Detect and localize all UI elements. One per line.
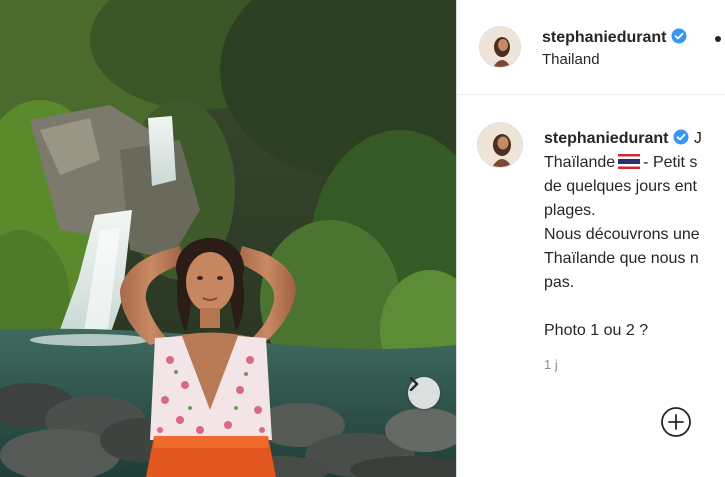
- username-text: stephaniedurant: [542, 29, 667, 46]
- plus-circle-icon: [661, 407, 691, 437]
- caption-line-3: de quelques jours ent: [544, 178, 697, 195]
- caption-line-2: Thaïlande - Petit s: [544, 151, 725, 175]
- profile-picture: [480, 27, 520, 67]
- next-photo-button[interactable]: [408, 377, 440, 409]
- caption-line-5: Nous découvrons une: [544, 226, 700, 243]
- post-caption: stephaniedurant J Thaïlande - Petit s de …: [544, 127, 725, 343]
- caption-line-1: stephaniedurant J: [544, 127, 725, 151]
- avatar[interactable]: [479, 26, 521, 68]
- chevron-right-icon: [409, 377, 419, 391]
- waterfall-photo-illustration: [0, 0, 456, 477]
- caption-line-7: pas.: [544, 274, 575, 291]
- caption-line-6: Thaïlande que nous n: [544, 250, 699, 267]
- username-link[interactable]: stephaniedurant: [542, 28, 687, 47]
- verified-badge-icon: [673, 129, 689, 145]
- location-link[interactable]: Thailand: [542, 51, 600, 68]
- more-options-icon[interactable]: [715, 36, 721, 42]
- caption-line-8: Photo 1 ou 2 ?: [544, 322, 649, 339]
- caption-username[interactable]: stephaniedurant: [544, 130, 668, 147]
- post-header: stephaniedurant Thailand: [457, 0, 725, 95]
- post-details-panel: stephaniedurant Thailand stephaniedurant…: [456, 0, 725, 477]
- post-timestamp[interactable]: 1 j: [544, 357, 558, 372]
- thailand-flag-icon: [618, 154, 641, 169]
- post-photo[interactable]: [0, 0, 456, 477]
- caption-meta: J: [693, 130, 702, 147]
- caption-text: Thaïlande: [544, 154, 616, 171]
- profile-picture: [478, 123, 522, 167]
- caption-text: - Petit s: [643, 154, 698, 171]
- caption-line-4: plages.: [544, 202, 596, 219]
- verified-badge-icon: [671, 28, 687, 44]
- caption-avatar[interactable]: [477, 122, 523, 168]
- add-button[interactable]: [660, 406, 692, 438]
